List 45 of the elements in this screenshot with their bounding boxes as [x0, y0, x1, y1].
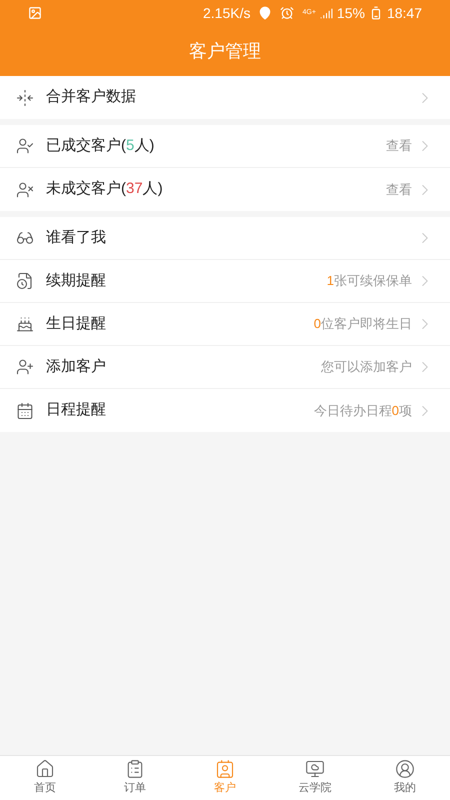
- row-value: 0位客户即将生日: [314, 315, 412, 334]
- document-clock-icon: [16, 272, 34, 290]
- list-row[interactable]: 日程提醒 今日待办日程0项: [0, 389, 450, 432]
- row-label: 添加客户: [46, 356, 106, 377]
- contact-card-icon: [215, 759, 235, 780]
- row-value: 1张可续保保单: [326, 272, 412, 290]
- list-row[interactable]: 添加客户 您可以添加客户: [0, 346, 450, 389]
- row-value: 查看: [386, 180, 412, 199]
- signal-icon: [320, 6, 333, 20]
- list-row[interactable]: 生日提醒 0位客户即将生日: [0, 303, 450, 346]
- list-row[interactable]: 谁看了我: [0, 217, 450, 260]
- row-label: 未成交客户(37人): [46, 179, 163, 200]
- monitor-icon: [305, 759, 325, 780]
- network-speed: 2.15K/s: [203, 4, 250, 22]
- row-value: 您可以添加客户: [321, 358, 412, 376]
- list-row[interactable]: 未成交客户(37人) 查看: [0, 168, 450, 211]
- user-plus-icon: [16, 358, 34, 376]
- alarm-icon: [280, 6, 294, 20]
- row-label: 已成交客户(5人): [46, 136, 154, 156]
- location-pin-icon: [258, 6, 272, 20]
- row-label: 生日提醒: [46, 314, 106, 334]
- row-label: 谁看了我: [46, 228, 106, 248]
- row-value: 查看: [386, 137, 412, 156]
- user-cross-icon: [16, 180, 34, 198]
- row-label: 合并客户数据: [46, 87, 136, 108]
- home-icon: [35, 759, 55, 780]
- tab-item[interactable]: 我的: [360, 756, 450, 800]
- merge-icon: [16, 88, 34, 106]
- list-row[interactable]: 续期提醒 1张可续保保单: [0, 260, 450, 303]
- user-icon: [395, 759, 415, 780]
- image-icon: [28, 6, 42, 20]
- row-label: 续期提醒: [46, 270, 106, 291]
- row-value: 今日待办日程0项: [314, 402, 412, 420]
- calendar-icon: [16, 402, 34, 420]
- tab-item[interactable]: 首页: [0, 756, 90, 800]
- tab-item[interactable]: 云学院: [270, 756, 360, 800]
- page-title: 客户管理: [189, 40, 261, 62]
- row-label: 日程提醒: [46, 400, 106, 420]
- list-row[interactable]: 合并客户数据: [0, 76, 450, 119]
- tab-item[interactable]: 订单: [90, 756, 180, 800]
- list-row[interactable]: 已成交客户(5人) 查看: [0, 125, 450, 168]
- user-check-icon: [16, 137, 34, 155]
- battery-percent: 15%: [336, 4, 365, 22]
- clipboard-icon: [125, 759, 145, 780]
- clock: 18:47: [386, 4, 422, 22]
